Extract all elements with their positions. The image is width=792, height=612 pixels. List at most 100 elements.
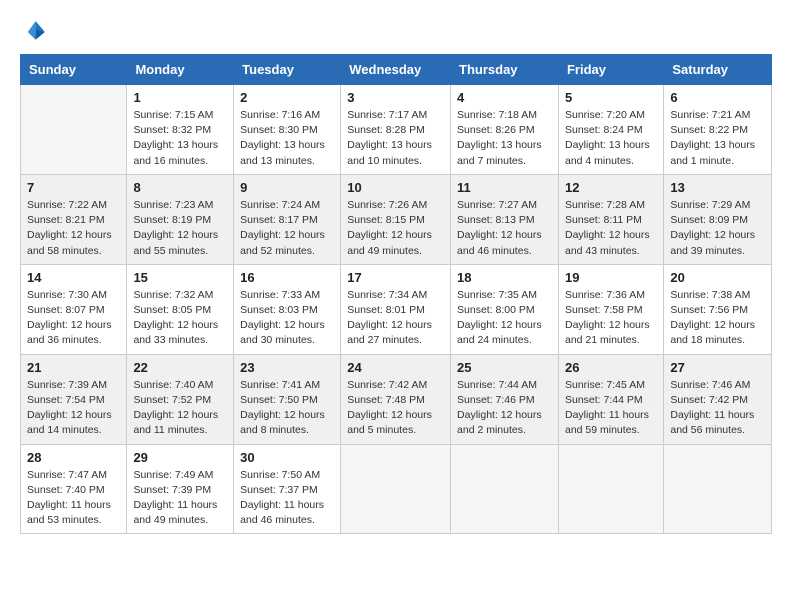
day-info: Sunrise: 7:34 AMSunset: 8:01 PMDaylight:… xyxy=(347,288,444,349)
calendar-week-row: 28 Sunrise: 7:47 AMSunset: 7:40 PMDayligh… xyxy=(21,444,772,534)
day-number: 1 xyxy=(133,90,227,105)
calendar-cell: 17 Sunrise: 7:34 AMSunset: 8:01 PMDayligh… xyxy=(341,264,451,354)
calendar-cell: 6 Sunrise: 7:21 AMSunset: 8:22 PMDaylight… xyxy=(664,85,772,175)
calendar-cell: 8Sunrise: 7:23 AMSunset: 8:19 PMDaylight… xyxy=(127,174,234,264)
day-info: Sunrise: 7:47 AMSunset: 7:40 PMDaylight:… xyxy=(27,468,120,529)
day-number: 9 xyxy=(240,180,334,195)
calendar-week-row: 21Sunrise: 7:39 AMSunset: 7:54 PMDayligh… xyxy=(21,354,772,444)
calendar-header-monday: Monday xyxy=(127,55,234,85)
day-info: Sunrise: 7:32 AMSunset: 8:05 PMDaylight:… xyxy=(133,288,227,349)
calendar-cell xyxy=(558,444,663,534)
day-info: Sunrise: 7:30 AMSunset: 8:07 PMDaylight:… xyxy=(27,288,120,349)
calendar-cell: 5 Sunrise: 7:20 AMSunset: 8:24 PMDaylight… xyxy=(558,85,663,175)
day-number: 15 xyxy=(133,270,227,285)
calendar-cell: 21Sunrise: 7:39 AMSunset: 7:54 PMDayligh… xyxy=(21,354,127,444)
header xyxy=(20,18,772,46)
day-info: Sunrise: 7:44 AMSunset: 7:46 PMDaylight:… xyxy=(457,378,552,439)
day-number: 4 xyxy=(457,90,552,105)
calendar-table: SundayMondayTuesdayWednesdayThursdayFrid… xyxy=(20,54,772,534)
day-info: Sunrise: 7:41 AMSunset: 7:50 PMDaylight:… xyxy=(240,378,334,439)
calendar-week-row: 7 Sunrise: 7:22 AMSunset: 8:21 PMDaylight… xyxy=(21,174,772,264)
day-number: 3 xyxy=(347,90,444,105)
day-info: Sunrise: 7:26 AMSunset: 8:15 PMDaylight:… xyxy=(347,198,444,259)
calendar-cell: 9 Sunrise: 7:24 AMSunset: 8:17 PMDaylight… xyxy=(234,174,341,264)
calendar-cell: 12 Sunrise: 7:28 AMSunset: 8:11 PMDayligh… xyxy=(558,174,663,264)
calendar-cell: 7 Sunrise: 7:22 AMSunset: 8:21 PMDaylight… xyxy=(21,174,127,264)
day-info: Sunrise: 7:49 AMSunset: 7:39 PMDaylight:… xyxy=(133,468,227,529)
day-number: 16 xyxy=(240,270,334,285)
day-number: 23 xyxy=(240,360,334,375)
day-number: 13 xyxy=(670,180,765,195)
calendar-cell: 14 Sunrise: 7:30 AMSunset: 8:07 PMDayligh… xyxy=(21,264,127,354)
calendar-header-row: SundayMondayTuesdayWednesdayThursdayFrid… xyxy=(21,55,772,85)
day-info: Sunrise: 7:18 AMSunset: 8:26 PMDaylight:… xyxy=(457,108,552,169)
calendar-header-friday: Friday xyxy=(558,55,663,85)
calendar-header-wednesday: Wednesday xyxy=(341,55,451,85)
day-info: Sunrise: 7:22 AMSunset: 8:21 PMDaylight:… xyxy=(27,198,120,259)
calendar-cell: 30 Sunrise: 7:50 AMSunset: 7:37 PMDayligh… xyxy=(234,444,341,534)
day-number: 17 xyxy=(347,270,444,285)
calendar-cell: 29 Sunrise: 7:49 AMSunset: 7:39 PMDayligh… xyxy=(127,444,234,534)
day-number: 25 xyxy=(457,360,552,375)
day-number: 12 xyxy=(565,180,657,195)
calendar-header-thursday: Thursday xyxy=(451,55,559,85)
calendar-week-row: 14 Sunrise: 7:30 AMSunset: 8:07 PMDayligh… xyxy=(21,264,772,354)
day-info: Sunrise: 7:28 AMSunset: 8:11 PMDaylight:… xyxy=(565,198,657,259)
day-number: 24 xyxy=(347,360,444,375)
day-number: 10 xyxy=(347,180,444,195)
day-number: 19 xyxy=(565,270,657,285)
logo xyxy=(20,18,52,46)
calendar-cell: 16 Sunrise: 7:33 AMSunset: 8:03 PMDayligh… xyxy=(234,264,341,354)
calendar-cell: 15 Sunrise: 7:32 AMSunset: 8:05 PMDayligh… xyxy=(127,264,234,354)
calendar-cell: 28 Sunrise: 7:47 AMSunset: 7:40 PMDayligh… xyxy=(21,444,127,534)
calendar-cell: 3 Sunrise: 7:17 AMSunset: 8:28 PMDaylight… xyxy=(341,85,451,175)
day-number: 22 xyxy=(133,360,227,375)
day-info: Sunrise: 7:42 AMSunset: 7:48 PMDaylight:… xyxy=(347,378,444,439)
calendar-cell: 18Sunrise: 7:35 AMSunset: 8:00 PMDayligh… xyxy=(451,264,559,354)
calendar-cell: 20 Sunrise: 7:38 AMSunset: 7:56 PMDayligh… xyxy=(664,264,772,354)
day-info: Sunrise: 7:50 AMSunset: 7:37 PMDaylight:… xyxy=(240,468,334,529)
day-number: 21 xyxy=(27,360,120,375)
calendar-cell: 10 Sunrise: 7:26 AMSunset: 8:15 PMDayligh… xyxy=(341,174,451,264)
logo-icon xyxy=(20,18,48,46)
day-number: 14 xyxy=(27,270,120,285)
day-info: Sunrise: 7:35 AMSunset: 8:00 PMDaylight:… xyxy=(457,288,552,349)
calendar-cell: 2 Sunrise: 7:16 AMSunset: 8:30 PMDaylight… xyxy=(234,85,341,175)
day-info: Sunrise: 7:23 AMSunset: 8:19 PMDaylight:… xyxy=(133,198,227,259)
day-info: Sunrise: 7:45 AMSunset: 7:44 PMDaylight:… xyxy=(565,378,657,439)
calendar-cell: 4 Sunrise: 7:18 AMSunset: 8:26 PMDaylight… xyxy=(451,85,559,175)
day-info: Sunrise: 7:20 AMSunset: 8:24 PMDaylight:… xyxy=(565,108,657,169)
day-number: 7 xyxy=(27,180,120,195)
calendar-cell: 23 Sunrise: 7:41 AMSunset: 7:50 PMDayligh… xyxy=(234,354,341,444)
calendar-cell: 26 Sunrise: 7:45 AMSunset: 7:44 PMDayligh… xyxy=(558,354,663,444)
day-info: Sunrise: 7:16 AMSunset: 8:30 PMDaylight:… xyxy=(240,108,334,169)
day-number: 5 xyxy=(565,90,657,105)
day-info: Sunrise: 7:29 AMSunset: 8:09 PMDaylight:… xyxy=(670,198,765,259)
calendar-header-tuesday: Tuesday xyxy=(234,55,341,85)
day-number: 20 xyxy=(670,270,765,285)
day-info: Sunrise: 7:24 AMSunset: 8:17 PMDaylight:… xyxy=(240,198,334,259)
day-number: 29 xyxy=(133,450,227,465)
day-number: 28 xyxy=(27,450,120,465)
calendar-cell: 1 Sunrise: 7:15 AMSunset: 8:32 PMDaylight… xyxy=(127,85,234,175)
day-number: 6 xyxy=(670,90,765,105)
day-info: Sunrise: 7:17 AMSunset: 8:28 PMDaylight:… xyxy=(347,108,444,169)
page: SundayMondayTuesdayWednesdayThursdayFrid… xyxy=(0,0,792,612)
day-info: Sunrise: 7:15 AMSunset: 8:32 PMDaylight:… xyxy=(133,108,227,169)
calendar-cell xyxy=(341,444,451,534)
day-info: Sunrise: 7:21 AMSunset: 8:22 PMDaylight:… xyxy=(670,108,765,169)
day-info: Sunrise: 7:33 AMSunset: 8:03 PMDaylight:… xyxy=(240,288,334,349)
day-number: 27 xyxy=(670,360,765,375)
calendar-header-saturday: Saturday xyxy=(664,55,772,85)
day-number: 2 xyxy=(240,90,334,105)
calendar-cell: 13 Sunrise: 7:29 AMSunset: 8:09 PMDayligh… xyxy=(664,174,772,264)
calendar-cell xyxy=(21,85,127,175)
day-info: Sunrise: 7:46 AMSunset: 7:42 PMDaylight:… xyxy=(670,378,765,439)
calendar-cell: 27 Sunrise: 7:46 AMSunset: 7:42 PMDayligh… xyxy=(664,354,772,444)
day-number: 30 xyxy=(240,450,334,465)
calendar-header-sunday: Sunday xyxy=(21,55,127,85)
day-number: 26 xyxy=(565,360,657,375)
day-info: Sunrise: 7:38 AMSunset: 7:56 PMDaylight:… xyxy=(670,288,765,349)
calendar-cell xyxy=(451,444,559,534)
day-info: Sunrise: 7:40 AMSunset: 7:52 PMDaylight:… xyxy=(133,378,227,439)
